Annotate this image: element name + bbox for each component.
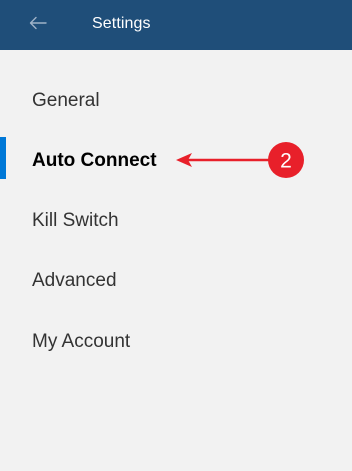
- nav-item-label: General: [32, 90, 100, 111]
- nav-item-label: My Account: [32, 331, 131, 352]
- annotation-arrow: [176, 153, 270, 167]
- annotation-badge: 2: [268, 142, 304, 178]
- annotation-number: 2: [280, 150, 292, 173]
- nav-item-my-account[interactable]: My Account: [0, 318, 352, 366]
- annotation-callout: 2: [176, 142, 304, 178]
- back-button[interactable]: [22, 9, 54, 37]
- nav-item-label: Advanced: [32, 270, 117, 291]
- nav-item-general[interactable]: General: [0, 77, 352, 125]
- nav-item-label: Auto Connect: [32, 150, 157, 171]
- selection-indicator: [0, 137, 6, 179]
- title-bar: Settings: [0, 0, 352, 50]
- nav-item-kill-switch[interactable]: Kill Switch: [0, 197, 352, 245]
- nav-item-label: Kill Switch: [32, 210, 119, 231]
- nav-item-advanced[interactable]: Advanced: [0, 257, 352, 305]
- settings-nav: General Auto Connect Kill Switch Advance…: [0, 50, 352, 471]
- back-arrow-icon: [29, 16, 47, 30]
- page-title: Settings: [92, 15, 151, 32]
